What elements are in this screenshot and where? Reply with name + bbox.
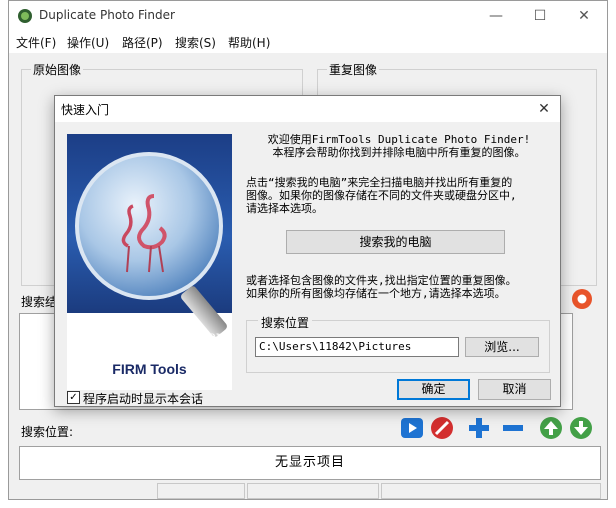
search-location-group-label: 搜索位置 bbox=[258, 314, 313, 331]
folder-line-1: 或者选择包含图像的文件夹,找出指定位置的重复图像。 bbox=[246, 274, 517, 287]
original-image-label: 原始图像 bbox=[31, 61, 84, 78]
dialog-close-button[interactable]: ✕ bbox=[533, 98, 555, 120]
menu-path[interactable]: 路径(P) bbox=[122, 34, 163, 51]
intro-line-2: 本程序会帮助你找到并排除电脑中所有重复的图像。 bbox=[272, 146, 526, 159]
dialog-title-bar: 快速入门 ✕ bbox=[55, 96, 560, 122]
intro-line-1: 欢迎使用FirmTools Duplicate Photo Finder! bbox=[267, 133, 531, 146]
intro-text: 欢迎使用FirmTools Duplicate Photo Finder! 本程… bbox=[246, 133, 552, 159]
search-location-list[interactable]: 无显示项目 bbox=[19, 446, 601, 480]
folder-description: 或者选择包含图像的文件夹,找出指定位置的重复图像。 如果你的所有图像均存储在一个… bbox=[246, 274, 552, 300]
app-title: Duplicate Photo Finder bbox=[39, 8, 175, 22]
ok-button[interactable]: 确定 bbox=[397, 379, 470, 400]
search-pc-line-3: 请选择本选项。 bbox=[246, 202, 323, 215]
search-location-label: 搜索位置: bbox=[19, 423, 76, 440]
splash-product-name: DuplicatePhotoFinder bbox=[76, 328, 223, 343]
move-down-icon[interactable] bbox=[569, 416, 593, 440]
app-icon bbox=[18, 9, 32, 23]
show-on-start-label: 程序启动时显示本会话 bbox=[83, 392, 204, 406]
remove-icon[interactable] bbox=[501, 416, 525, 440]
maximize-button[interactable]: ☐ bbox=[518, 5, 562, 27]
menu-search[interactable]: 搜索(S) bbox=[175, 34, 216, 51]
status-pane-2 bbox=[247, 483, 379, 499]
flamingo-icon bbox=[121, 194, 167, 273]
show-on-start-checkbox[interactable]: ✓ bbox=[67, 391, 80, 404]
search-path-input[interactable]: C:\Users\11842\Pictures bbox=[255, 337, 459, 357]
close-button[interactable]: ✕ bbox=[562, 5, 606, 27]
quick-start-dialog: 快速入门 ✕ DuplicatePhotoFinder FIRM Tools 欢… bbox=[54, 95, 561, 407]
search-pc-line-1: 点击“搜索我的电脑”来完全扫描电脑并找出所有重复的 bbox=[246, 176, 513, 189]
move-up-icon[interactable] bbox=[539, 416, 563, 440]
title-bar: Duplicate Photo Finder — ☐ ✕ bbox=[9, 1, 607, 31]
splash-brand-logo: FIRM Tools bbox=[112, 361, 187, 377]
search-pc-description: 点击“搜索我的电脑”来完全扫描电脑并找出所有重复的 图像。如果你的图像存储在不同… bbox=[246, 176, 552, 215]
splash-image: DuplicatePhotoFinder FIRM Tools bbox=[67, 134, 232, 390]
duplicate-image-label: 重复图像 bbox=[327, 61, 380, 78]
magnifier-lens-icon bbox=[75, 152, 223, 300]
add-icon[interactable] bbox=[467, 416, 491, 440]
search-my-computer-button[interactable]: 搜索我的电脑 bbox=[286, 230, 505, 254]
menu-operation[interactable]: 操作(U) bbox=[67, 34, 109, 51]
empty-list-text: 无显示项目 bbox=[274, 455, 345, 470]
menu-file[interactable]: 文件(F) bbox=[16, 34, 56, 51]
dialog-title: 快速入门 bbox=[61, 103, 110, 117]
search-results-label: 搜索结 bbox=[19, 293, 60, 310]
menu-help[interactable]: 帮助(H) bbox=[228, 34, 270, 51]
folder-line-2: 如果你的所有图像均存储在一个地方,请选择本选项。 bbox=[246, 287, 506, 300]
search-pc-line-2: 图像。如果你的图像存储在不同的文件夹或硬盘分区中, bbox=[246, 189, 517, 202]
play-icon[interactable] bbox=[400, 417, 424, 439]
browse-button[interactable]: 浏览... bbox=[465, 337, 539, 357]
help-lifebuoy-icon[interactable] bbox=[571, 288, 593, 310]
stop-icon[interactable] bbox=[430, 416, 454, 440]
minimize-button[interactable]: — bbox=[474, 5, 518, 27]
cancel-button[interactable]: 取消 bbox=[478, 379, 551, 400]
status-pane-1 bbox=[157, 483, 245, 499]
status-pane-3 bbox=[381, 483, 601, 499]
